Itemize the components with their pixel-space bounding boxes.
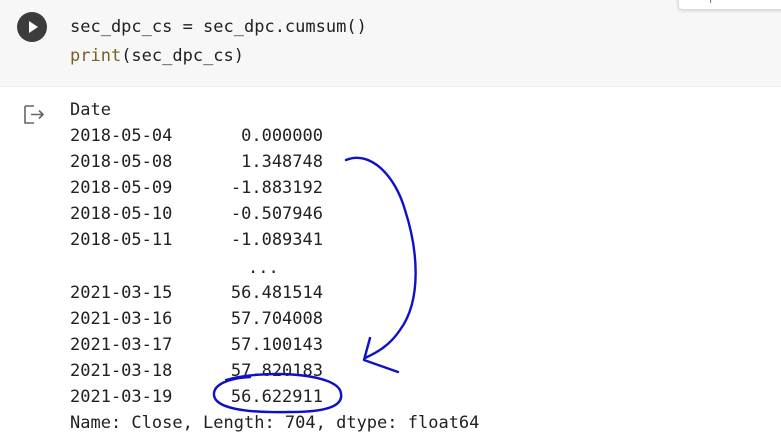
- print-keyword: print: [70, 46, 122, 66]
- code-line-1[interactable]: sec_dpc_cs = sec_dpc.cumsum(): [70, 17, 367, 37]
- row-date: 2018-05-04: [70, 126, 173, 146]
- row-date: 2021-03-17: [70, 335, 173, 355]
- row-value: 57.704008: [230, 309, 323, 329]
- code-line-2[interactable]: print(sec_dpc_cs): [70, 46, 244, 66]
- row-date: 2021-03-16: [70, 309, 173, 329]
- row-value: 57.100143: [230, 335, 323, 355]
- series-footer: Name: Close, Length: 704, dtype: float64: [70, 413, 480, 433]
- code-cell[interactable]: sec_dpc_cs = sec_dpc.cumsum() print(sec_…: [0, 0, 781, 87]
- run-cell-button[interactable]: [17, 12, 47, 42]
- cell-toolbar-widget[interactable]: |: [678, 0, 781, 10]
- row-value: 56.481514: [230, 283, 323, 303]
- row-date: 2021-03-18: [70, 361, 173, 381]
- row-date: 2018-05-09: [70, 178, 173, 198]
- print-args: (sec_dpc_cs): [121, 46, 245, 66]
- cell-toolbar-text: |: [707, 0, 714, 3]
- row-date: 2018-05-10: [70, 204, 173, 224]
- row-value: 1.348748: [241, 152, 323, 172]
- row-date: 2021-03-15: [70, 283, 173, 303]
- row-value: 56.622911: [230, 387, 323, 407]
- output-redirect-icon[interactable]: [22, 103, 46, 127]
- row-date: 2018-05-08: [70, 152, 173, 172]
- row-date: 2021-03-19: [70, 387, 173, 407]
- row-value: -1.089341: [230, 230, 323, 250]
- row-value: -1.883192: [230, 178, 323, 198]
- index-label: Date: [70, 100, 111, 120]
- truncation-ellipsis: ...: [248, 258, 279, 278]
- row-value: 57.820183: [230, 361, 323, 381]
- row-value: -0.507946: [230, 204, 323, 224]
- row-value: 0.000000: [241, 126, 323, 146]
- play-icon: [29, 21, 38, 33]
- row-date: 2018-05-11: [70, 230, 173, 250]
